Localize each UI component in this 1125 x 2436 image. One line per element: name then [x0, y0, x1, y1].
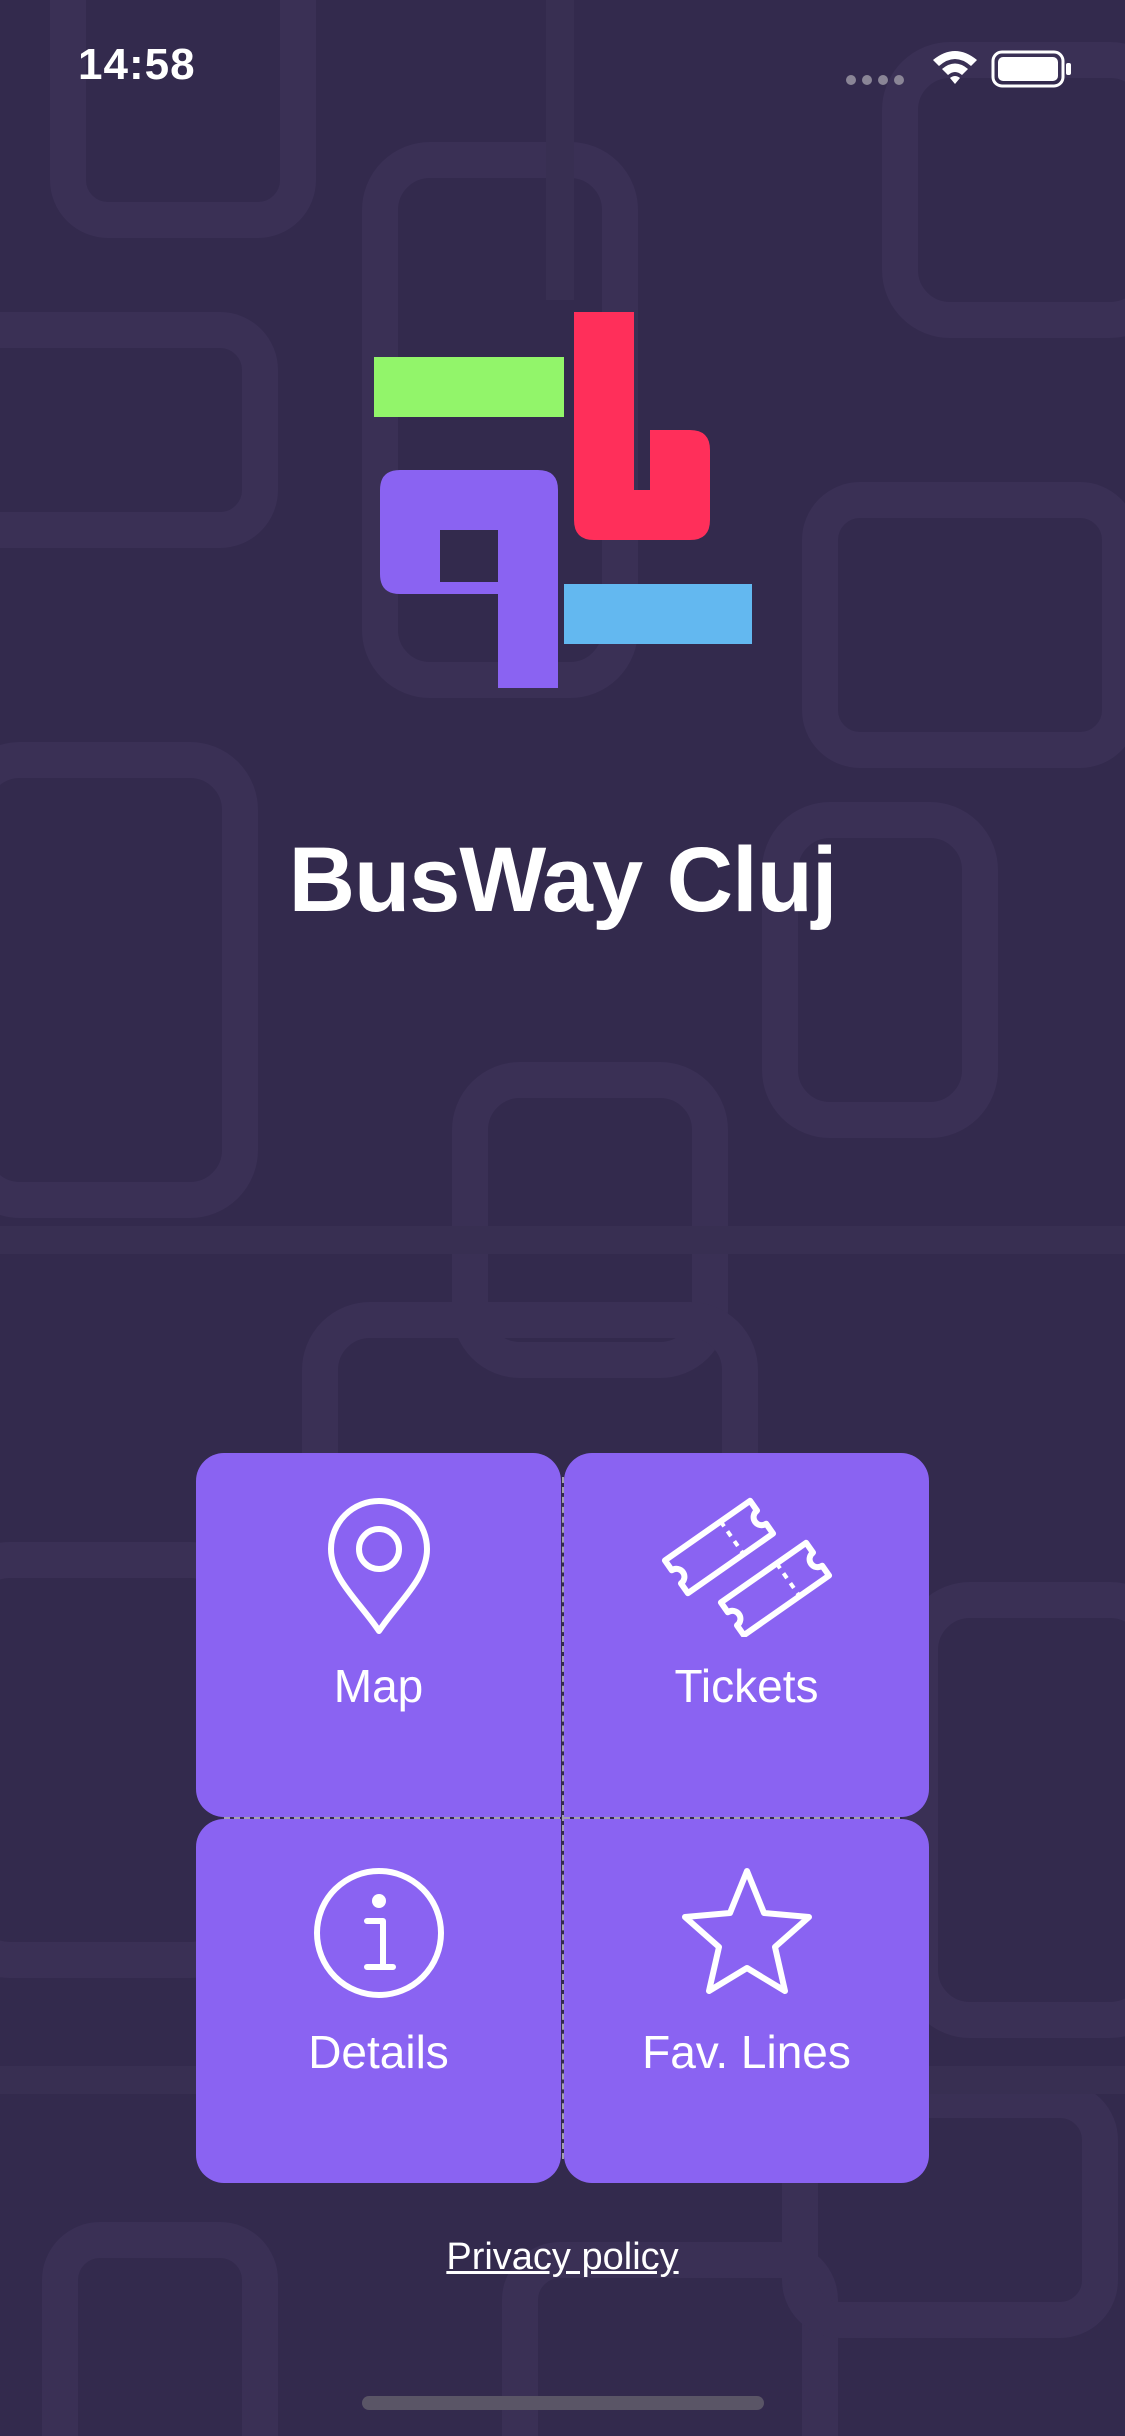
app-title: BusWay Cluj: [288, 829, 838, 931]
details-button[interactable]: Details: [196, 1819, 561, 2183]
fav-lines-label: Fav. Lines: [642, 2026, 851, 2078]
status-bar: 14:58: [0, 0, 1125, 132]
busway-logo: [374, 312, 752, 688]
map-button[interactable]: Map: [196, 1453, 561, 1817]
tickets-label: Tickets: [674, 1660, 819, 1712]
status-time: 14:58: [78, 40, 196, 89]
main-menu: Map Tickets Details Fav. Lines: [196, 1453, 929, 2183]
map-label: Map: [333, 1660, 424, 1712]
details-label: Details: [308, 2026, 449, 2078]
tickets-button[interactable]: Tickets: [564, 1453, 929, 1817]
tickets-icon: [661, 1497, 832, 1637]
wifi-icon: [933, 51, 977, 84]
home-indicator[interactable]: [362, 2396, 764, 2410]
cellular-signal-icon: [846, 75, 904, 85]
menu-divider-horizontal: [224, 1817, 900, 1819]
map-pin-icon: [327, 1498, 430, 1634]
fav-lines-button[interactable]: Fav. Lines: [564, 1819, 929, 2183]
privacy-policy-link[interactable]: Privacy policy: [0, 2236, 1125, 2279]
battery-icon: [991, 50, 1071, 88]
star-icon: [681, 1868, 812, 1994]
status-icons: [846, 50, 1071, 88]
info-icon: [313, 1868, 444, 1998]
